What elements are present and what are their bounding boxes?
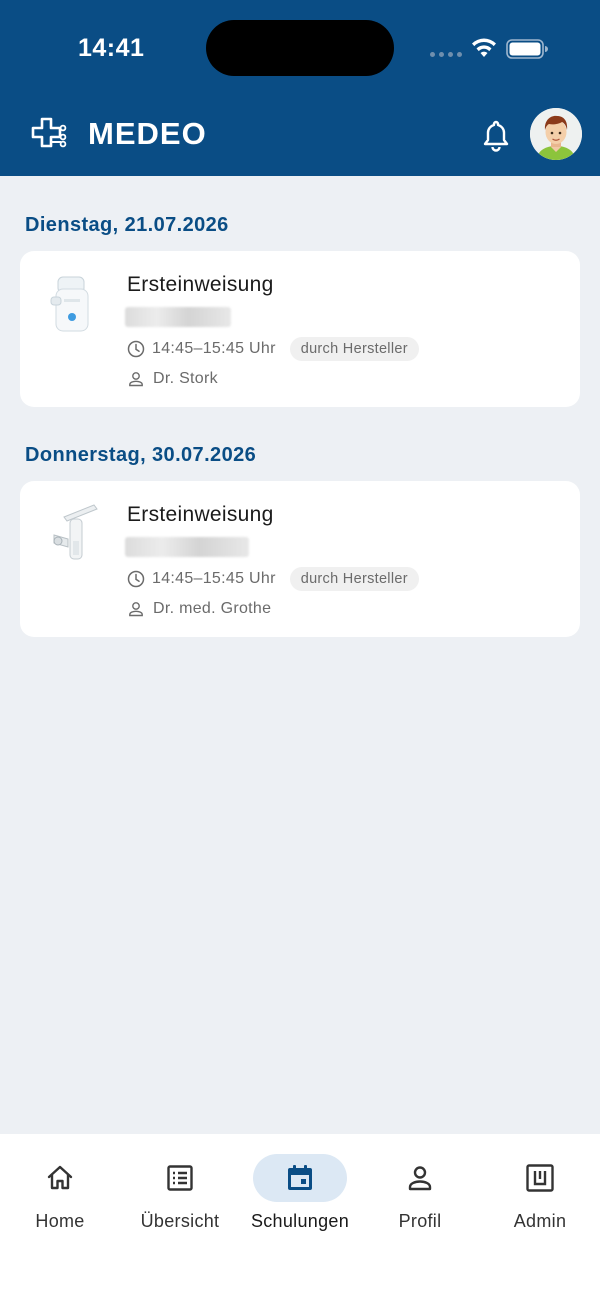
- nav-trainings[interactable]: Schulungen: [240, 1154, 360, 1234]
- dynamic-island: [206, 20, 394, 76]
- person-icon: [408, 1166, 432, 1191]
- training-card[interactable]: Ersteinweisung 14:45–15:45 Uhr durch Her…: [20, 481, 580, 637]
- card-person: Dr. med. Grothe: [153, 600, 272, 617]
- status-badge: durch Hersteller: [289, 337, 419, 361]
- clock-icon: [127, 340, 145, 358]
- bottom-navigation: Home Übersicht Schulungen Profil Admin: [0, 1134, 600, 1304]
- card-title: Ersteinweisung: [127, 503, 274, 526]
- person-icon: [129, 602, 143, 617]
- device-thumbnail: [53, 504, 98, 560]
- nav-label: Home: [35, 1211, 85, 1231]
- nav-label: Admin: [513, 1211, 567, 1231]
- nav-profile[interactable]: Profil: [360, 1154, 480, 1234]
- notification-bell-icon[interactable]: [480, 118, 512, 152]
- time-row: 14:45–15:45 Uhr durch Hersteller: [127, 337, 419, 361]
- card-person: Dr. Stork: [153, 370, 218, 387]
- nav-label: Übersicht: [140, 1211, 220, 1231]
- medical-cross-logo-icon: [31, 117, 67, 148]
- device-thumbnail: [50, 276, 89, 332]
- person-icon: [129, 372, 143, 387]
- blurred-device-name: [125, 537, 249, 557]
- nav-label: Profil: [398, 1211, 442, 1231]
- list-icon: [167, 1165, 193, 1191]
- nav-home[interactable]: Home: [0, 1154, 120, 1234]
- blurred-device-name: [125, 307, 231, 327]
- battery-icon: [506, 39, 548, 59]
- time-row: 14:45–15:45 Uhr durch Hersteller: [127, 567, 419, 591]
- user-avatar[interactable]: [530, 108, 582, 160]
- training-card[interactable]: Ersteinweisung 14:45–15:45 Uhr durch Her…: [20, 251, 580, 407]
- app-header: 14:41 MEDEO: [0, 0, 600, 176]
- card-time: 14:45–15:45 Uhr: [152, 570, 276, 587]
- section-date: Dienstag, 21.07.2026: [25, 214, 229, 236]
- section-date: Donnerstag, 30.07.2026: [25, 444, 257, 466]
- status-time: 14:41: [78, 34, 145, 62]
- status-badge: durch Hersteller: [289, 567, 419, 591]
- home-icon: [47, 1165, 73, 1190]
- app-title: MEDEO: [88, 116, 207, 151]
- clock-icon: [127, 570, 145, 588]
- admin-icon: [526, 1164, 554, 1192]
- nav-admin[interactable]: Admin: [480, 1154, 600, 1234]
- cellular-signal-icon: [430, 52, 462, 57]
- card-title: Ersteinweisung: [127, 273, 274, 296]
- person-row: Dr. med. Grothe: [127, 598, 271, 620]
- wifi-icon: [472, 38, 496, 57]
- person-row: Dr. Stork: [127, 368, 218, 390]
- card-time: 14:45–15:45 Uhr: [152, 340, 276, 357]
- nav-label: Schulungen: [250, 1211, 350, 1231]
- nav-overview[interactable]: Übersicht: [120, 1154, 240, 1234]
- calendar-icon: [288, 1165, 312, 1190]
